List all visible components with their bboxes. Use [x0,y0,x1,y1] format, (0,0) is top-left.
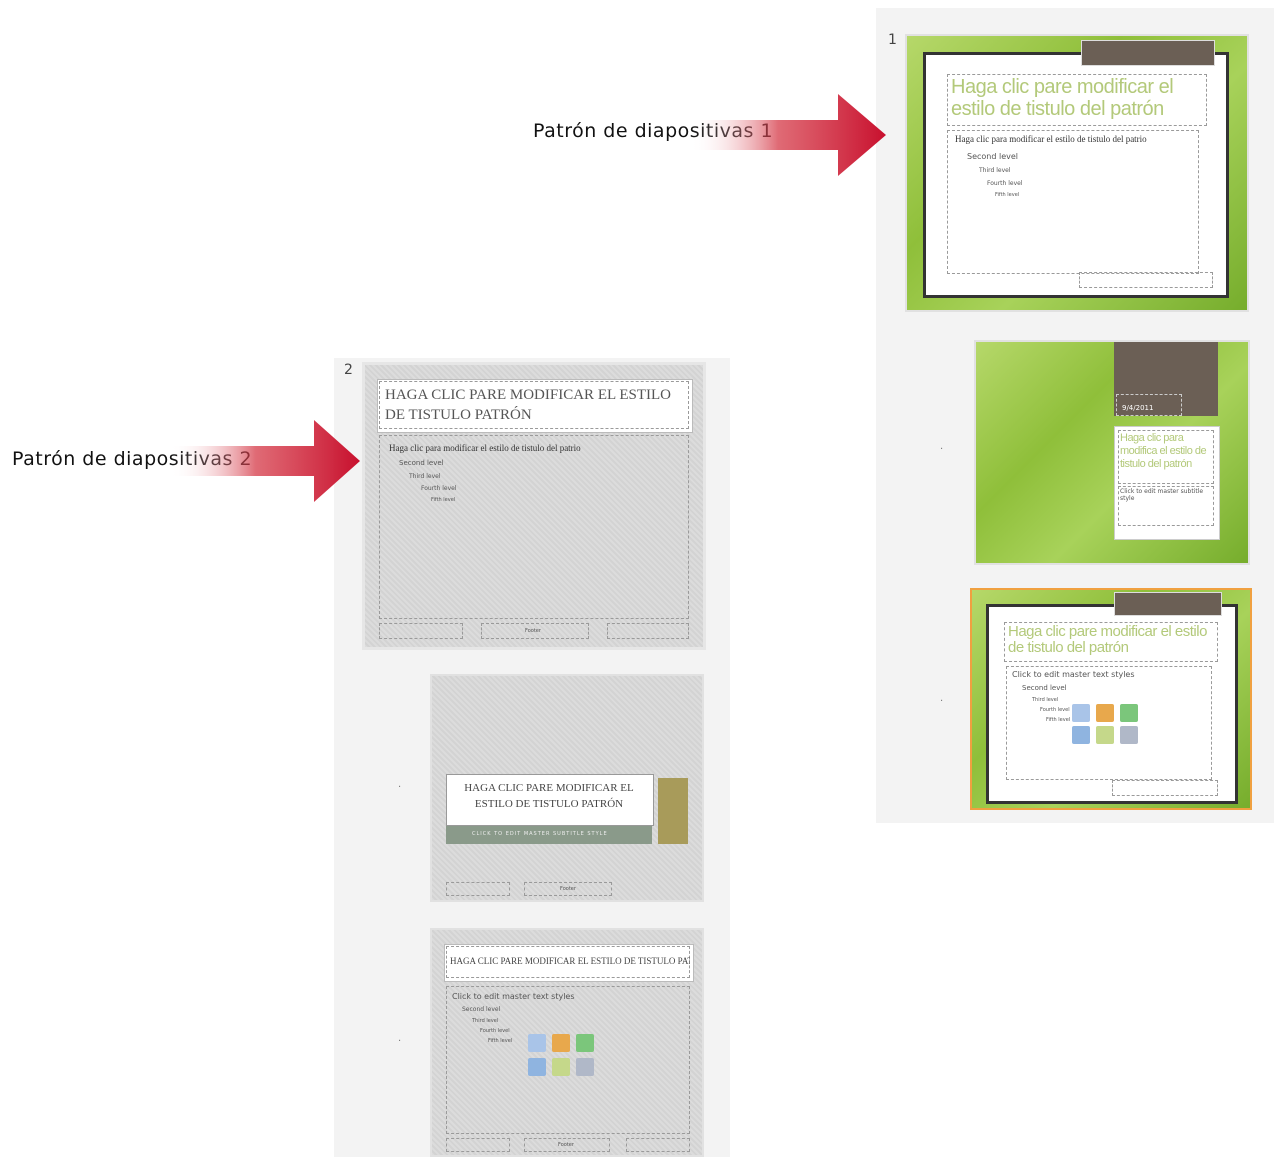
insert-content-icons [528,1030,604,1080]
slide-layout-1-2-thumbnail[interactable]: Haga clic pare modificar el estilo de ti… [970,588,1252,810]
footer-number-placeholder [607,623,689,639]
picture-icon [1072,726,1090,744]
footer-date-placeholder [446,1138,510,1152]
level-5: Fifth level [431,497,456,503]
smartart-icon [576,1034,594,1052]
slide-layout-2-2-thumbnail[interactable]: HAGA CLIC PARE MODIFICAR EL ESTILO DE TI… [430,928,704,1157]
level-1: Haga clic para modificar el estilo de ti… [389,443,581,453]
footer-text: Footer [558,1142,574,1148]
level-4: Fourth level [1040,707,1070,713]
slide-layout-2-1-thumbnail[interactable]: HAGA CLIC PARE MODIFICAR EL ESTILO DE TI… [430,674,704,902]
table-icon [528,1034,546,1052]
level-1: Click to edit master text styles [1012,670,1135,679]
level-2: Second level [399,459,444,467]
level-5: Fifth level [488,1038,513,1044]
arrow-icon [690,94,886,176]
title-text: Haga clic pare modificar el estilo de ti… [951,76,1174,120]
layout-indicator: · [398,782,402,793]
level-1: Haga clic para modificar el estilo de ti… [955,134,1147,144]
level-5: Fifth level [995,192,1020,198]
title-text: HAGA CLIC PARE MODIFICAR EL ESTILO DE TI… [450,956,690,966]
level-2: Second level [1022,684,1067,692]
level-4: Fourth level [480,1028,510,1034]
footer-date-placeholder [379,623,463,639]
slide-layout-1-1-thumbnail[interactable]: 9/4/2011 Haga clic para modifica el esti… [974,340,1250,565]
slide-number-1: 1 [888,32,897,48]
footer-date-placeholder [446,882,510,896]
chart-icon [552,1034,570,1052]
level-3: Third level [472,1018,499,1024]
clipart-icon [552,1058,570,1076]
footer-number-placeholder [626,1138,690,1152]
level-3: Third level [979,167,1011,174]
footer-text: Footer [525,628,541,634]
slide-number-2: 2 [344,362,353,378]
layout-indicator: · [940,696,944,707]
title-text: Haga clic pare modificar el estilo de ti… [1008,624,1207,656]
title-text: Haga clic para modifica el estilo de tis… [1120,432,1207,470]
title-text: HAGA CLIC PARE MODIFICAR EL ESTILO DE TI… [464,782,634,810]
level-3: Third level [1032,697,1059,703]
media-icon [576,1058,594,1076]
subtitle-text: CLICK TO EDIT MASTER SUBTITLE STYLE [472,831,608,837]
level-5: Fifth level [1046,717,1071,723]
subtitle-text: Click to edit master subtitle style [1120,488,1204,502]
title-text: HAGA CLIC PARE MODIFICAR EL ESTILO DE TI… [385,387,671,423]
level-3: Third level [409,473,441,480]
level-1: Click to edit master text styles [452,992,575,1001]
level-2: Second level [462,1006,501,1013]
olive-block [658,778,688,844]
level-2: Second level [967,152,1019,161]
arrow-icon [170,420,360,502]
smartart-icon [1120,704,1138,722]
layout-indicator: · [940,444,944,455]
chart-icon [1096,704,1114,722]
footer-placeholder [1079,272,1213,288]
footer-text: Footer [560,886,576,892]
header-bar [1114,592,1222,616]
header-bar [1081,40,1215,66]
level-4: Fourth level [987,180,1023,187]
picture-icon [528,1058,546,1076]
media-icon [1120,726,1138,744]
footer-placeholder [1112,780,1218,796]
date-text: 9/4/2011 [1122,404,1154,412]
slide-master-2-thumbnail[interactable]: HAGA CLIC PARE MODIFICAR EL ESTILO DE TI… [362,362,706,650]
level-4: Fourth level [421,485,457,492]
table-icon [1072,704,1090,722]
insert-content-icons [1072,700,1144,748]
layout-indicator: · [398,1036,402,1047]
slide-master-1-thumbnail[interactable]: Haga clic pare modificar el estilo de ti… [905,34,1249,312]
clipart-icon [1096,726,1114,744]
